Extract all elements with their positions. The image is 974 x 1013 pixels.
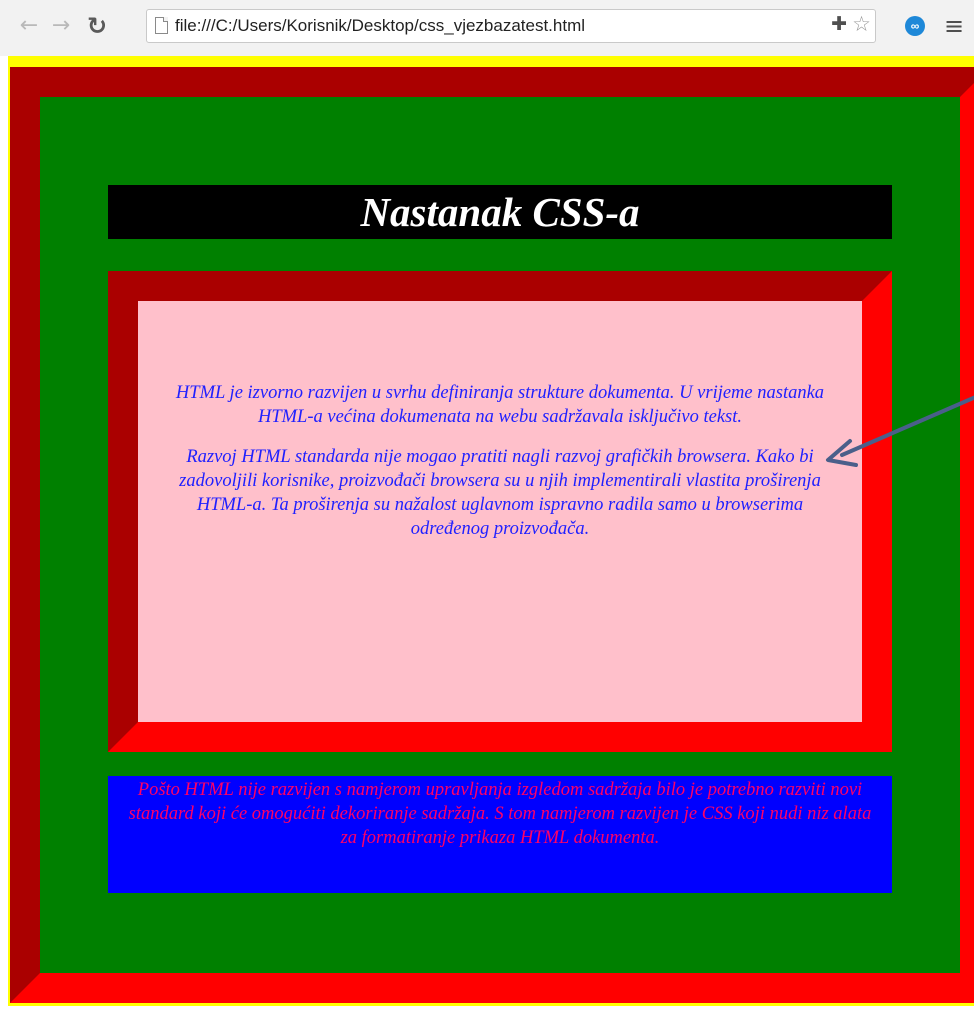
page-title: Nastanak CSS-a bbox=[108, 185, 892, 239]
back-arrow-icon[interactable]: ← bbox=[16, 12, 42, 40]
inner-frame: HTML je izvorno razvijen u svrhu definir… bbox=[108, 271, 892, 752]
paragraph-2: Razvoj HTML standarda nije mogao pratiti… bbox=[179, 447, 821, 539]
page-viewport: Nastanak CSS-a HTML je izvorno razvijen … bbox=[0, 56, 974, 1013]
url-text[interactable]: file:///C:/Users/Korisnik/Desktop/css_vj… bbox=[175, 10, 585, 42]
forward-arrow-icon[interactable]: → bbox=[48, 12, 74, 40]
browser-toolbar: ← → ↻ file:///C:/Users/Korisnik/Desktop/… bbox=[0, 0, 974, 56]
blue-paragraph: Pošto HTML nije razvijen s namjerom upra… bbox=[108, 776, 892, 893]
menu-icon[interactable]: ≡ bbox=[944, 12, 964, 40]
page-icon bbox=[155, 17, 168, 34]
puzzle-extension-icon[interactable]: ✚ bbox=[831, 13, 847, 35]
inner-text-block: HTML je izvorno razvijen u svrhu definir… bbox=[172, 381, 828, 557]
bookmark-star-icon[interactable]: ☆ bbox=[852, 12, 871, 36]
extension-icon[interactable]: ∞ bbox=[905, 16, 925, 36]
address-bar[interactable]: file:///C:/Users/Korisnik/Desktop/css_vj… bbox=[146, 9, 876, 43]
paragraph-1: HTML je izvorno razvijen u svrhu definir… bbox=[175, 383, 825, 427]
reload-icon[interactable]: ↻ bbox=[84, 12, 110, 40]
